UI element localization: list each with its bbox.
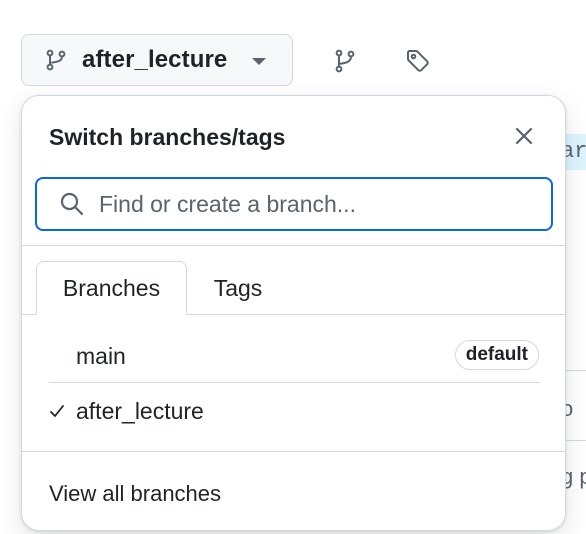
git-branch-icon (44, 48, 68, 72)
branch-search-field[interactable] (35, 177, 553, 231)
footer-divider (22, 451, 565, 452)
branch-item-main[interactable]: main default (49, 333, 539, 379)
branch-name: after_lecture (76, 397, 204, 424)
close-button[interactable] (510, 122, 538, 150)
branch-check-placeholder (49, 346, 76, 366)
default-badge: default (454, 340, 539, 370)
branch-item-after-lecture[interactable]: after_lecture (49, 388, 539, 434)
triangle-down-icon (252, 58, 266, 65)
branch-search-input[interactable] (99, 190, 519, 218)
search-icon (59, 191, 85, 217)
tag-icon[interactable] (405, 48, 431, 74)
tab-branches[interactable]: Branches (36, 261, 187, 315)
git-branch-icon[interactable] (332, 48, 358, 74)
switch-branches-popup: Switch branches/tags Branches Tags (21, 95, 566, 531)
page: ari o g p after_lecture (0, 0, 586, 534)
view-all-branches-link[interactable]: View all branches (49, 481, 221, 507)
header-divider (22, 245, 565, 246)
x-icon (514, 126, 534, 146)
popup-title: Switch branches/tags (49, 124, 286, 150)
check-icon (49, 401, 76, 421)
branch-selector-button[interactable]: after_lecture (21, 34, 293, 86)
branch-list-divider (49, 382, 539, 383)
tab-tags[interactable]: Tags (198, 261, 278, 315)
branch-name: main (76, 342, 126, 369)
current-branch-label: after_lecture (82, 46, 228, 73)
